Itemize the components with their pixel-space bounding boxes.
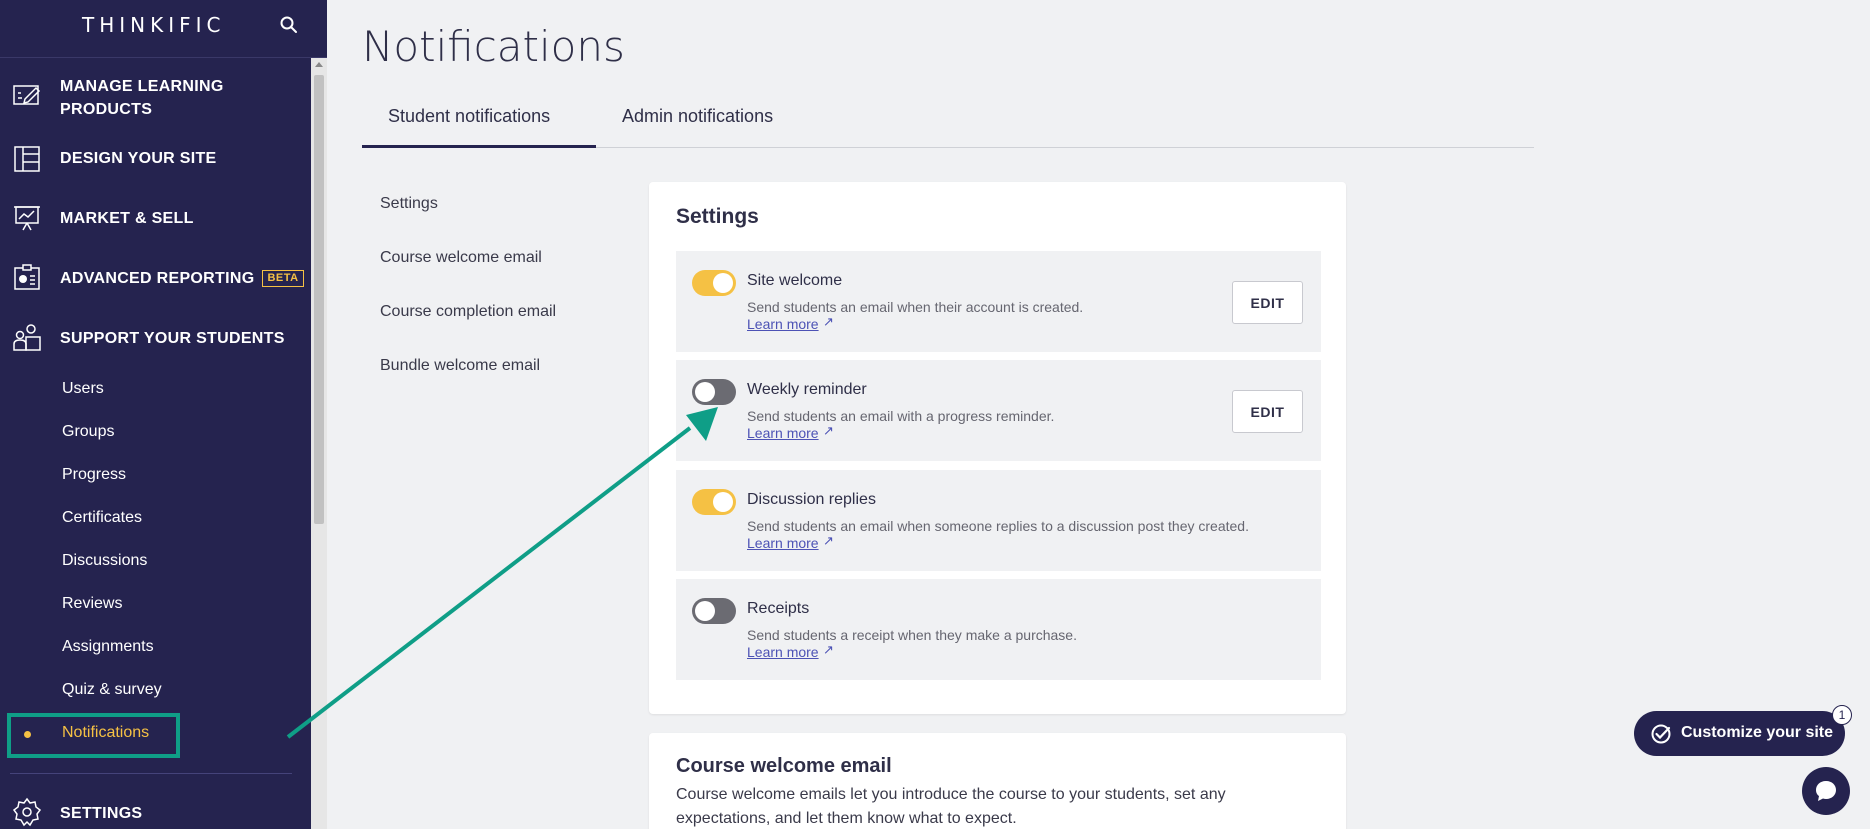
- chat-bubble-icon: [1816, 781, 1836, 801]
- learn-more-link[interactable]: Learn more: [747, 316, 819, 332]
- weekly-reminder-toggle[interactable]: [692, 379, 736, 405]
- sidebar-item-reviews[interactable]: Reviews: [62, 595, 122, 613]
- learn-more-link[interactable]: Learn more: [747, 535, 819, 551]
- settings-card-title: Settings: [676, 205, 759, 228]
- nav-label: DESIGN YOUR SITE: [60, 150, 217, 167]
- edit-board-icon: [13, 85, 41, 105]
- setting-title: Weekly reminder: [747, 381, 867, 398]
- students-icon: [13, 324, 41, 351]
- chat-button[interactable]: [1802, 767, 1850, 815]
- external-link-icon: ↗: [823, 642, 834, 657]
- section-link-course-welcome-email[interactable]: Course welcome email: [380, 249, 542, 267]
- customize-label: Customize your site: [1681, 724, 1834, 741]
- setting-row-weekly-reminder: Weekly reminder Send students an email w…: [676, 360, 1321, 461]
- learn-more-link[interactable]: Learn more: [747, 644, 819, 660]
- toggle-knob: [713, 492, 733, 512]
- site-welcome-toggle[interactable]: [692, 270, 736, 296]
- page-title: Notifications: [362, 22, 625, 71]
- sidebar-item-progress[interactable]: Progress: [62, 466, 126, 484]
- setting-description: Send students a receipt when they make a…: [747, 627, 1077, 643]
- setting-description: Send students an email when someone repl…: [747, 518, 1249, 534]
- toggle-knob: [695, 601, 715, 621]
- nav-label: SUPPORT YOUR STUDENTS: [60, 330, 285, 347]
- layout-icon: [14, 146, 40, 172]
- setting-row-site-welcome: Site welcome Send students an email when…: [676, 251, 1321, 352]
- edit-button[interactable]: EDIT: [1232, 281, 1303, 324]
- scroll-thumb[interactable]: [314, 75, 324, 524]
- sidebar-item-quiz-survey[interactable]: Quiz & survey: [62, 681, 162, 699]
- search-icon[interactable]: [278, 14, 300, 36]
- sidebar-item-users[interactable]: Users: [62, 380, 104, 398]
- toggle-knob: [695, 382, 715, 402]
- annotation-arrow-line: [286, 426, 692, 739]
- beta-badge: BETA: [262, 270, 304, 287]
- discussion-replies-toggle[interactable]: [692, 489, 736, 515]
- section-link-course-completion-email[interactable]: Course completion email: [380, 303, 556, 321]
- brand-logo[interactable]: THINKIFIC: [82, 13, 226, 37]
- nav-label: MANAGE LEARNING PRODUCTS: [60, 78, 224, 118]
- settings-card: Settings Site welcome Send students an e…: [649, 182, 1346, 714]
- nav-label: SETTINGS: [60, 805, 143, 822]
- report-icon: [14, 264, 40, 290]
- external-link-icon: ↗: [823, 423, 834, 438]
- setting-description: Send students an email when their accoun…: [747, 299, 1084, 315]
- customize-your-site-button[interactable]: Customize your site: [1634, 711, 1845, 756]
- sidebar-item-groups[interactable]: Groups: [62, 423, 114, 441]
- setting-row-receipts: Receipts Send students a receipt when th…: [676, 579, 1321, 680]
- course-welcome-email-card: Course welcome email Course welcome emai…: [649, 733, 1346, 829]
- toggle-knob: [713, 273, 733, 293]
- sidebar: THINKIFIC MANAGE LEARNING PRODUCTS DESIG…: [0, 0, 327, 829]
- chart-presentation-icon: [14, 206, 40, 231]
- active-tab-indicator: [362, 145, 596, 148]
- course-welcome-card-title: Course welcome email: [676, 755, 892, 777]
- sidebar-item-assignments[interactable]: Assignments: [62, 638, 154, 656]
- scroll-up-arrow-icon[interactable]: [315, 62, 323, 67]
- setting-title: Receipts: [747, 600, 810, 617]
- receipts-toggle[interactable]: [692, 598, 736, 624]
- course-welcome-card-description: Course welcome emails let you introduce …: [676, 786, 1226, 827]
- gear-icon: [12, 797, 42, 827]
- brand-bar: THINKIFIC: [0, 0, 327, 58]
- section-link-bundle-welcome-email[interactable]: Bundle welcome email: [380, 357, 540, 375]
- setting-title: Site welcome: [747, 272, 843, 289]
- annotation-highlight-box: [7, 713, 180, 758]
- nav-label: MARKET & SELL: [60, 210, 194, 227]
- setting-row-discussion-replies: Discussion replies Send students an emai…: [676, 470, 1321, 571]
- edit-button[interactable]: EDIT: [1232, 390, 1303, 433]
- external-link-icon: ↗: [823, 533, 834, 548]
- nav-label: ADVANCED REPORTING BETA: [60, 267, 304, 290]
- sidebar-item-certificates[interactable]: Certificates: [62, 509, 142, 527]
- notification-count-badge: 1: [1832, 705, 1852, 725]
- tab-admin-notifications[interactable]: Admin notifications: [622, 106, 773, 127]
- section-link-settings[interactable]: Settings: [380, 195, 438, 213]
- tab-student-notifications[interactable]: Student notifications: [388, 106, 550, 127]
- check-badge-icon: [1651, 724, 1671, 744]
- external-link-icon: ↗: [823, 314, 834, 329]
- setting-description: Send students an email with a progress r…: [747, 408, 1055, 424]
- sidebar-item-discussions[interactable]: Discussions: [62, 552, 147, 570]
- learn-more-link[interactable]: Learn more: [747, 425, 819, 441]
- sidebar-scrollbar[interactable]: [311, 58, 327, 829]
- setting-title: Discussion replies: [747, 491, 876, 508]
- sidebar-divider: [10, 773, 292, 774]
